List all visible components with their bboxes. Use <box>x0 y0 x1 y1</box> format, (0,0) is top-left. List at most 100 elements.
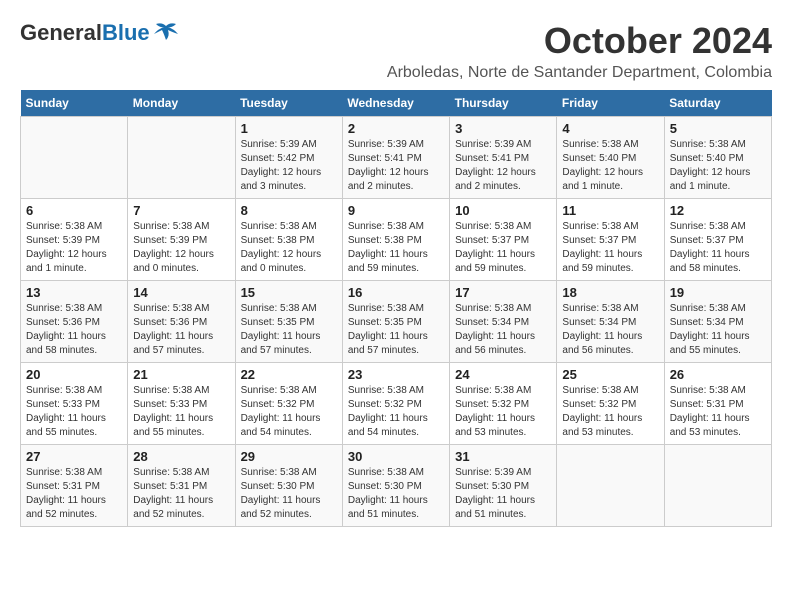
calendar-cell: 21 Sunrise: 5:38 AM Sunset: 5:33 PM Dayli… <box>128 363 235 445</box>
weekday-header-sunday: Sunday <box>21 90 128 117</box>
day-number: 5 <box>670 121 766 136</box>
day-detail: Sunrise: 5:38 AM Sunset: 5:35 PM Dayligh… <box>348 302 444 358</box>
day-detail: Sunrise: 5:38 AM Sunset: 5:32 PM Dayligh… <box>241 384 337 440</box>
calendar-cell: 5 Sunrise: 5:38 AM Sunset: 5:40 PM Daylig… <box>664 117 771 199</box>
day-number: 27 <box>26 449 122 464</box>
day-number: 7 <box>133 203 229 218</box>
day-number: 30 <box>348 449 444 464</box>
day-number: 19 <box>670 285 766 300</box>
day-number: 20 <box>26 367 122 382</box>
day-number: 13 <box>26 285 122 300</box>
day-number: 12 <box>670 203 766 218</box>
day-detail: Sunrise: 5:38 AM Sunset: 5:40 PM Dayligh… <box>562 138 658 194</box>
calendar-cell: 3 Sunrise: 5:39 AM Sunset: 5:41 PM Daylig… <box>450 117 557 199</box>
weekday-header-monday: Monday <box>128 90 235 117</box>
calendar-table: SundayMondayTuesdayWednesdayThursdayFrid… <box>20 90 772 527</box>
calendar-cell <box>557 445 664 527</box>
calendar-cell: 27Sunrise: 5:38 AM Sunset: 5:31 PM Dayli… <box>21 445 128 527</box>
day-detail: Sunrise: 5:38 AM Sunset: 5:38 PM Dayligh… <box>241 220 337 276</box>
calendar-cell: 24 Sunrise: 5:38 AM Sunset: 5:32 PM Dayli… <box>450 363 557 445</box>
day-detail: Sunrise: 5:38 AM Sunset: 5:33 PM Dayligh… <box>26 384 122 440</box>
day-number: 14 <box>133 285 229 300</box>
day-number: 17 <box>455 285 551 300</box>
calendar-cell: 20 Sunrise: 5:38 AM Sunset: 5:33 PM Dayli… <box>21 363 128 445</box>
calendar-cell: 15Sunrise: 5:38 AM Sunset: 5:35 PM Dayli… <box>235 281 342 363</box>
day-detail: Sunrise: 5:38 AM Sunset: 5:34 PM Dayligh… <box>455 302 551 358</box>
day-number: 9 <box>348 203 444 218</box>
logo-general: General <box>20 20 102 45</box>
calendar-week-row: 1 Sunrise: 5:39 AM Sunset: 5:42 PM Daylig… <box>21 117 772 199</box>
logo-blue: Blue <box>102 20 150 45</box>
logo-text: GeneralBlue <box>20 20 150 46</box>
day-detail: Sunrise: 5:38 AM Sunset: 5:32 PM Dayligh… <box>455 384 551 440</box>
day-number: 23 <box>348 367 444 382</box>
day-number: 18 <box>562 285 658 300</box>
day-detail: Sunrise: 5:38 AM Sunset: 5:40 PM Dayligh… <box>670 138 766 194</box>
calendar-body: 1 Sunrise: 5:39 AM Sunset: 5:42 PM Daylig… <box>21 117 772 527</box>
day-detail: Sunrise: 5:38 AM Sunset: 5:31 PM Dayligh… <box>133 466 229 522</box>
day-detail: Sunrise: 5:38 AM Sunset: 5:30 PM Dayligh… <box>348 466 444 522</box>
calendar-cell: 8Sunrise: 5:38 AM Sunset: 5:38 PM Daylig… <box>235 199 342 281</box>
day-number: 22 <box>241 367 337 382</box>
calendar-cell: 23 Sunrise: 5:38 AM Sunset: 5:32 PM Dayli… <box>342 363 449 445</box>
day-number: 2 <box>348 121 444 136</box>
day-number: 11 <box>562 203 658 218</box>
logo: GeneralBlue <box>20 20 180 46</box>
calendar-week-row: 27 Sunrise: 5:38 AM Sunset: 5:31 PM Dayli… <box>21 445 772 527</box>
day-number: 28 <box>133 449 229 464</box>
day-detail: Sunrise: 5:38 AM Sunset: 5:38 PM Dayligh… <box>348 220 444 276</box>
calendar-week-row: 20 Sunrise: 5:38 AM Sunset: 5:33 PM Dayli… <box>21 363 772 445</box>
location-title: Arboledas, Norte de Santander Department… <box>387 64 772 82</box>
calendar-cell: 11 Sunrise: 5:38 AM Sunset: 5:37 PM Dayli… <box>557 199 664 281</box>
day-detail: Sunrise: 5:38 AM Sunset: 5:37 PM Dayligh… <box>670 220 766 276</box>
day-number: 1 <box>241 121 337 136</box>
calendar-week-row: 6 Sunrise: 5:38 AM Sunset: 5:39 PM Daylig… <box>21 199 772 281</box>
calendar-cell: 28 Sunrise: 5:38 AM Sunset: 5:31 PM Dayli… <box>128 445 235 527</box>
day-detail: Sunrise: 5:38 AM Sunset: 5:31 PM Dayligh… <box>670 384 766 440</box>
calendar-cell: 17 Sunrise: 5:38 AM Sunset: 5:34 PM Dayli… <box>450 281 557 363</box>
calendar-cell: 31Sunrise: 5:39 AM Sunset: 5:30 PM Dayli… <box>450 445 557 527</box>
calendar-cell: 4 Sunrise: 5:38 AM Sunset: 5:40 PM Daylig… <box>557 117 664 199</box>
day-detail: Sunrise: 5:38 AM Sunset: 5:32 PM Dayligh… <box>348 384 444 440</box>
calendar-cell: 29 Sunrise: 5:38 AM Sunset: 5:30 PM Dayli… <box>235 445 342 527</box>
weekday-header-friday: Friday <box>557 90 664 117</box>
day-detail: Sunrise: 5:38 AM Sunset: 5:30 PM Dayligh… <box>241 466 337 522</box>
calendar-cell: 22 Sunrise: 5:38 AM Sunset: 5:32 PM Dayli… <box>235 363 342 445</box>
calendar-cell: 2 Sunrise: 5:39 AM Sunset: 5:41 PM Daylig… <box>342 117 449 199</box>
day-number: 26 <box>670 367 766 382</box>
day-detail: Sunrise: 5:38 AM Sunset: 5:33 PM Dayligh… <box>133 384 229 440</box>
day-number: 4 <box>562 121 658 136</box>
day-number: 16 <box>348 285 444 300</box>
weekday-header-thursday: Thursday <box>450 90 557 117</box>
logo-bird-icon <box>152 22 180 44</box>
weekday-header-saturday: Saturday <box>664 90 771 117</box>
day-number: 29 <box>241 449 337 464</box>
day-detail: Sunrise: 5:38 AM Sunset: 5:32 PM Dayligh… <box>562 384 658 440</box>
day-detail: Sunrise: 5:39 AM Sunset: 5:41 PM Dayligh… <box>348 138 444 194</box>
calendar-cell <box>21 117 128 199</box>
calendar-cell: 16 Sunrise: 5:38 AM Sunset: 5:35 PM Dayli… <box>342 281 449 363</box>
day-number: 3 <box>455 121 551 136</box>
calendar-cell: 9 Sunrise: 5:38 AM Sunset: 5:38 PM Daylig… <box>342 199 449 281</box>
day-detail: Sunrise: 5:38 AM Sunset: 5:39 PM Dayligh… <box>26 220 122 276</box>
day-detail: Sunrise: 5:39 AM Sunset: 5:41 PM Dayligh… <box>455 138 551 194</box>
day-number: 25 <box>562 367 658 382</box>
day-number: 21 <box>133 367 229 382</box>
day-number: 24 <box>455 367 551 382</box>
calendar-cell: 6 Sunrise: 5:38 AM Sunset: 5:39 PM Daylig… <box>21 199 128 281</box>
calendar-cell: 30 Sunrise: 5:38 AM Sunset: 5:30 PM Dayli… <box>342 445 449 527</box>
calendar-cell <box>128 117 235 199</box>
day-number: 6 <box>26 203 122 218</box>
day-detail: Sunrise: 5:38 AM Sunset: 5:37 PM Dayligh… <box>455 220 551 276</box>
calendar-cell: 12 Sunrise: 5:38 AM Sunset: 5:37 PM Dayli… <box>664 199 771 281</box>
day-detail: Sunrise: 5:38 AM Sunset: 5:34 PM Dayligh… <box>562 302 658 358</box>
day-number: 31 <box>455 449 551 464</box>
day-detail: Sunrise: 5:38 AM Sunset: 5:39 PM Dayligh… <box>133 220 229 276</box>
day-detail: Sunrise: 5:38 AM Sunset: 5:36 PM Dayligh… <box>26 302 122 358</box>
calendar-cell: 19 Sunrise: 5:38 AM Sunset: 5:34 PM Dayli… <box>664 281 771 363</box>
weekday-header-wednesday: Wednesday <box>342 90 449 117</box>
day-detail: Sunrise: 5:38 AM Sunset: 5:37 PM Dayligh… <box>562 220 658 276</box>
calendar-cell: 7 Sunrise: 5:38 AM Sunset: 5:39 PM Daylig… <box>128 199 235 281</box>
day-detail: Sunrise: 5:39 AM Sunset: 5:42 PM Dayligh… <box>241 138 337 194</box>
day-detail: Sunrise: 5:38 AM Sunset: 5:34 PM Dayligh… <box>670 302 766 358</box>
